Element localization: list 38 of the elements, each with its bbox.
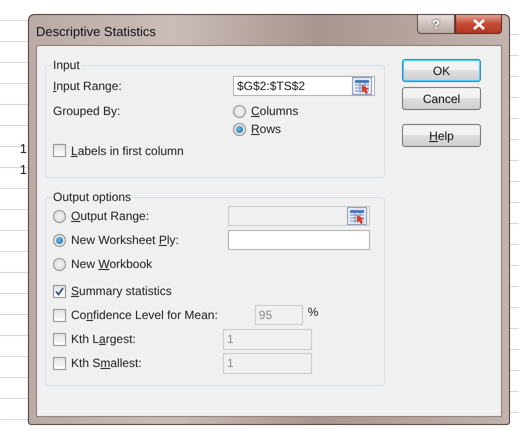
option-label: Summary statistics xyxy=(71,284,172,298)
input-range-field[interactable]: $G$2:$TS$2 xyxy=(233,76,375,96)
unit-label: % xyxy=(308,305,318,319)
dialog-button[interactable]: Help xyxy=(402,124,481,147)
radio-button[interactable] xyxy=(53,258,66,270)
checkbox[interactable] xyxy=(53,356,66,370)
range-picker-icon[interactable] xyxy=(347,207,367,225)
range-picker-icon[interactable] xyxy=(352,76,372,94)
option-label: Kth Smallest: xyxy=(71,356,142,370)
checkbox[interactable] xyxy=(53,284,66,298)
field-label: Input Range: xyxy=(53,78,123,92)
close-button[interactable] xyxy=(455,15,502,34)
close-icon xyxy=(472,18,486,30)
option-label: Columns xyxy=(251,104,298,118)
cell-value: 1 xyxy=(20,141,27,156)
radio-button[interactable] xyxy=(233,122,246,136)
option-label: Rows xyxy=(251,122,282,136)
radio-button[interactable] xyxy=(53,210,66,222)
option-label: Kth Largest: xyxy=(71,332,136,346)
worksheet-name-field[interactable] xyxy=(228,230,370,250)
option-label: New Worksheet Ply: xyxy=(71,233,179,247)
option-label: Output Range: xyxy=(71,209,150,223)
cell-value: 1 xyxy=(20,162,27,177)
output-range-field[interactable] xyxy=(228,206,370,226)
dialog-button[interactable]: OK xyxy=(402,59,481,82)
radio-button[interactable] xyxy=(53,234,66,246)
group-title: Output options xyxy=(52,190,132,204)
checkbox[interactable] xyxy=(53,144,66,157)
group-title: Input xyxy=(52,58,81,72)
dialog-button[interactable]: Cancel xyxy=(402,87,481,110)
window-title: Descriptive Statistics xyxy=(36,24,156,39)
field-label: Grouped By: xyxy=(53,104,122,118)
radio-button[interactable] xyxy=(233,104,246,118)
option-label: New Workbook xyxy=(71,257,152,271)
option-label: Confidence Level for Mean: xyxy=(71,308,218,322)
option-label: Labels in first column xyxy=(71,144,184,158)
checkbox[interactable] xyxy=(53,332,66,346)
checkbox[interactable] xyxy=(53,308,66,322)
